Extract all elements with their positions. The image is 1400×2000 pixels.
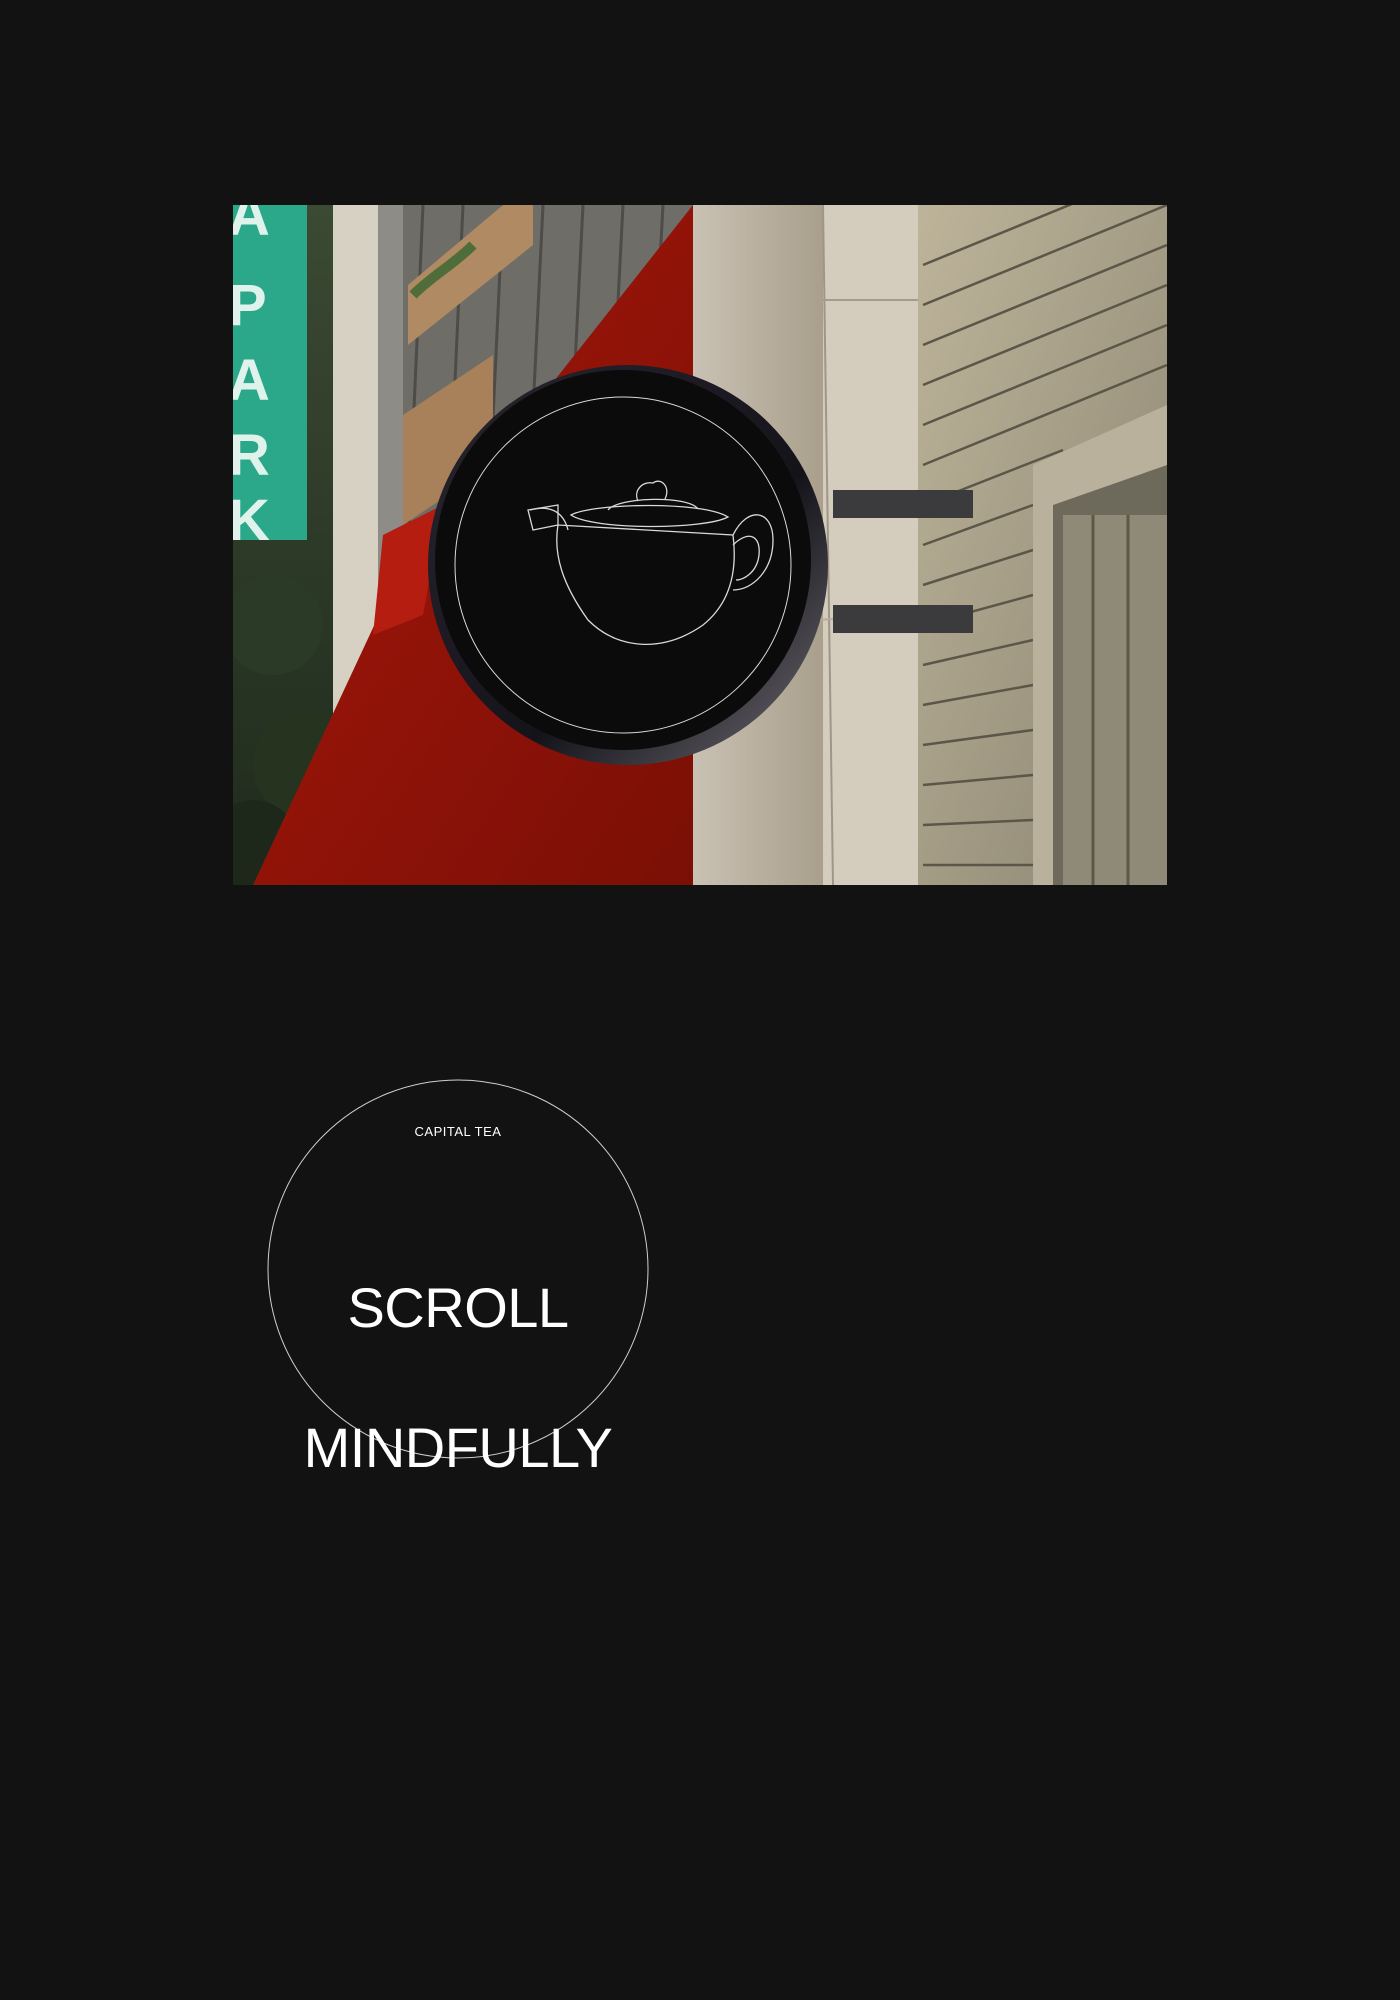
svg-text:A: A: [233, 348, 270, 413]
brand-label: CAPITAL TEA: [414, 1124, 502, 1139]
svg-text:R: R: [233, 423, 270, 488]
street-sign-partial-letter: A: [233, 205, 270, 248]
headline-scroll: SCROLL: [347, 1276, 569, 1339]
svg-text:K: K: [233, 488, 270, 553]
storefront-photo: A P A R K: [233, 205, 1167, 885]
scroll-mindfully-badge: CAPITAL TEA SCROLL MINDFULLY: [265, 1077, 651, 1476]
round-shop-sign: [428, 365, 828, 765]
street-sign-text: P: [233, 273, 267, 338]
headline-mindfully: MINDFULLY: [303, 1416, 613, 1479]
